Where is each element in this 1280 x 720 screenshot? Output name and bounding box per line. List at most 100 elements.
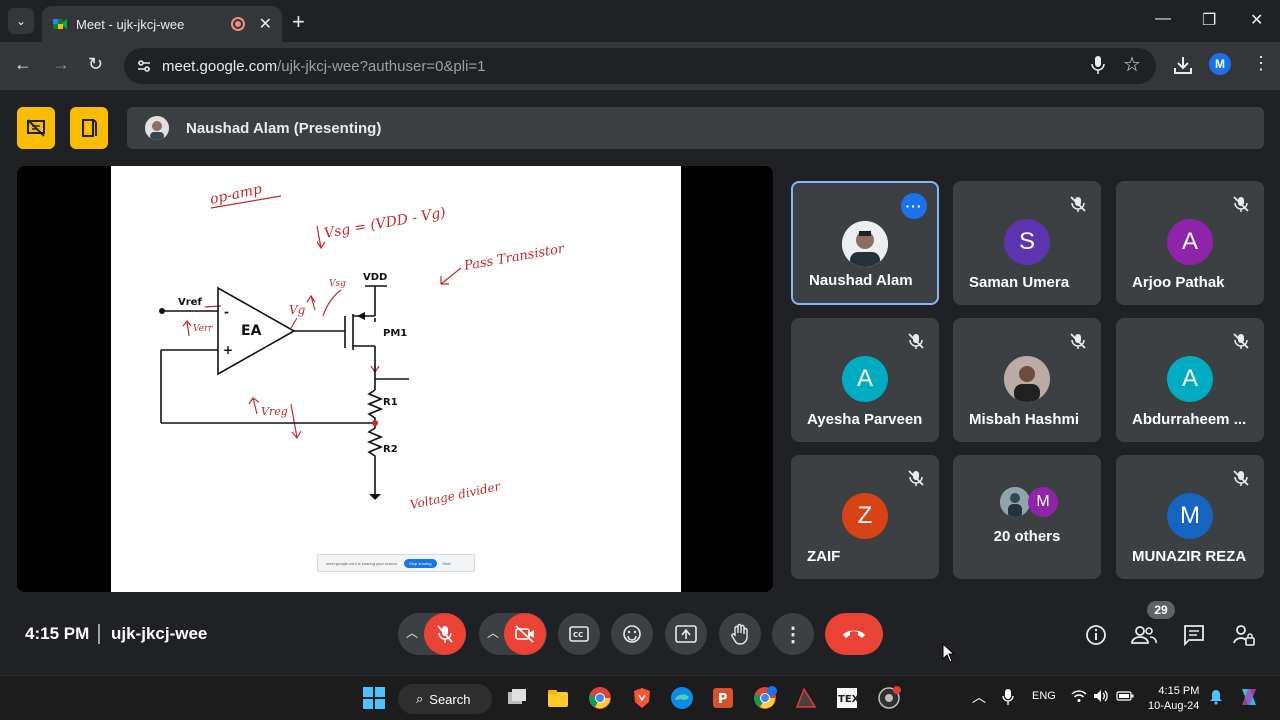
close-window-button[interactable]: ✕ (1250, 10, 1263, 30)
camera-toggle-button[interactable] (504, 613, 546, 655)
camera-off-icon (515, 625, 534, 643)
video-options-chevron-up-icon[interactable]: ︿ (487, 624, 499, 641)
svg-text:CC: CC (573, 631, 583, 639)
mic-toggle-button[interactable] (424, 613, 466, 655)
forward-button[interactable]: → (52, 54, 70, 75)
file-explorer-icon[interactable] (546, 686, 570, 710)
participant-tile[interactable]: ··· Naushad Alam (791, 181, 939, 305)
label-vdd: VDD (363, 272, 387, 283)
chrome-icon[interactable] (588, 686, 612, 710)
audio-options-chevron-up-icon[interactable]: ︿ (406, 624, 418, 641)
leave-room-button[interactable] (70, 107, 108, 149)
participant-tile[interactable]: M MUNAZIR REZA (1116, 455, 1264, 579)
leave-call-button[interactable] (825, 613, 883, 655)
participant-tile[interactable]: A Ayesha Parveen (791, 318, 939, 442)
closed-captions-icon: CC (569, 626, 589, 642)
door-icon (82, 119, 97, 137)
system-clock[interactable]: 4:15 PM 10-Aug-24 (1148, 684, 1199, 714)
microphone-icon[interactable] (1090, 55, 1106, 75)
site-info-icon[interactable] (136, 58, 152, 74)
obs-icon[interactable] (877, 686, 901, 710)
meeting-details-button[interactable] (1083, 622, 1109, 648)
stop-sharing-button[interactable]: Stop sharing (404, 558, 437, 568)
participant-name: ZAIF (807, 548, 841, 565)
participant-name: MUNAZIR REZA (1132, 548, 1247, 565)
label-plus: + (223, 343, 233, 357)
participant-tile[interactable]: Z ZAIF (791, 455, 939, 579)
browser-menu-icon[interactable]: ⋮ (1252, 53, 1270, 74)
end-call-icon (843, 630, 865, 638)
drawing-app-icon[interactable] (794, 686, 818, 710)
browser-toolbar: ← → ↻ meet.google.com/ujk-jkcj-wee?authu… (0, 42, 1280, 90)
mic-off-icon (1070, 196, 1086, 212)
participant-avatar (842, 221, 888, 267)
participant-avatar (1004, 356, 1050, 402)
copilot-icon[interactable] (1238, 686, 1260, 708)
hide-notice-link[interactable]: Hide (443, 561, 451, 566)
reactions-button[interactable] (611, 613, 653, 655)
profile-avatar[interactable]: M (1209, 53, 1231, 75)
tab-search-dropdown[interactable]: ⌄ (8, 8, 34, 34)
people-button[interactable] (1131, 622, 1157, 648)
windows-start-icon[interactable] (362, 686, 386, 710)
back-button[interactable]: ← (14, 54, 32, 75)
downloads-icon[interactable] (1174, 56, 1192, 74)
participant-tile[interactable]: Misbah Hashmi (953, 318, 1101, 442)
participant-count-badge: 29 (1147, 601, 1175, 619)
label-r1: R1 (383, 397, 398, 408)
participant-tile[interactable]: A Abdurraheem ... (1116, 318, 1264, 442)
reload-button[interactable]: ↻ (88, 54, 103, 75)
battery-icon[interactable] (1116, 691, 1134, 701)
presenter-label: Naushad Alam (Presenting) (186, 119, 382, 137)
note-vsg: Vsg (329, 279, 346, 289)
wifi-icon[interactable] (1071, 689, 1087, 703)
input-language[interactable]: ENG (1032, 690, 1056, 702)
address-bar[interactable]: meet.google.com/ujk-jkcj-wee?authuser=0&… (124, 48, 1156, 84)
others-count-label: 20 others (993, 528, 1061, 545)
participant-tile[interactable]: A Arjoo Pathak (1116, 181, 1264, 305)
host-controls-button[interactable] (1231, 622, 1257, 648)
notification-bell-icon[interactable] (1209, 689, 1223, 705)
more-options-button[interactable]: ⋮ (772, 613, 814, 655)
svg-text:P: P (718, 692, 728, 707)
windows-taskbar: ⌕ Search P TEX ︿ ENG 4:15 PM 10-Aug-24 (0, 675, 1280, 720)
label-minus: - (224, 305, 229, 319)
bookmark-star-icon[interactable]: ☆ (1123, 52, 1141, 77)
chat-button[interactable] (1181, 622, 1207, 648)
close-tab-icon[interactable]: ✕ (259, 14, 272, 34)
participant-name: Arjoo Pathak (1132, 274, 1225, 291)
new-tab-button[interactable]: + (292, 9, 305, 35)
chrome-profile-icon[interactable] (753, 686, 777, 710)
tray-microphone-icon[interactable] (1002, 688, 1014, 706)
captions-button[interactable]: CC (558, 613, 600, 655)
emoji-icon (623, 625, 641, 643)
participant-avatar: A (842, 356, 888, 402)
chat-icon (1184, 625, 1204, 646)
raise-hand-icon (731, 623, 748, 645)
minimize-button[interactable]: — (1155, 10, 1171, 28)
participant-tile[interactable]: S Saman Umera (953, 181, 1101, 305)
text-editor-icon[interactable]: TEX (835, 686, 859, 710)
present-now-button[interactable] (665, 613, 707, 655)
more-options-icon[interactable]: ··· (901, 193, 927, 219)
task-view-icon[interactable] (505, 686, 529, 710)
brave-icon[interactable] (630, 686, 654, 710)
screen-share-off-button[interactable] (17, 107, 55, 149)
url-path: /ujk-jkcj-wee?authuser=0&pli=1 (277, 57, 486, 75)
raise-hand-button[interactable] (719, 613, 761, 655)
restore-button[interactable]: ❐ (1202, 10, 1216, 30)
taskbar-search[interactable]: ⌕ Search (398, 684, 492, 714)
browser-tab-meet[interactable]: Meet - ujk-jkcj-wee ✕ (42, 6, 282, 42)
edge-icon[interactable] (670, 686, 694, 710)
participant-avatar: A (1167, 356, 1213, 402)
divider (98, 624, 100, 644)
mic-off-icon (1233, 333, 1249, 349)
show-hidden-icons-chevron-up-icon[interactable]: ︿ (972, 687, 986, 707)
label-ea: EA (241, 323, 262, 339)
others-tile[interactable]: M 20 others (953, 455, 1101, 579)
meeting-code: ujk-jkcj-wee (111, 624, 208, 643)
label-r2: R2 (383, 444, 398, 455)
volume-icon[interactable] (1093, 689, 1109, 703)
powerpoint-icon[interactable]: P (711, 686, 735, 710)
note-vreg: Vreg (261, 405, 288, 418)
